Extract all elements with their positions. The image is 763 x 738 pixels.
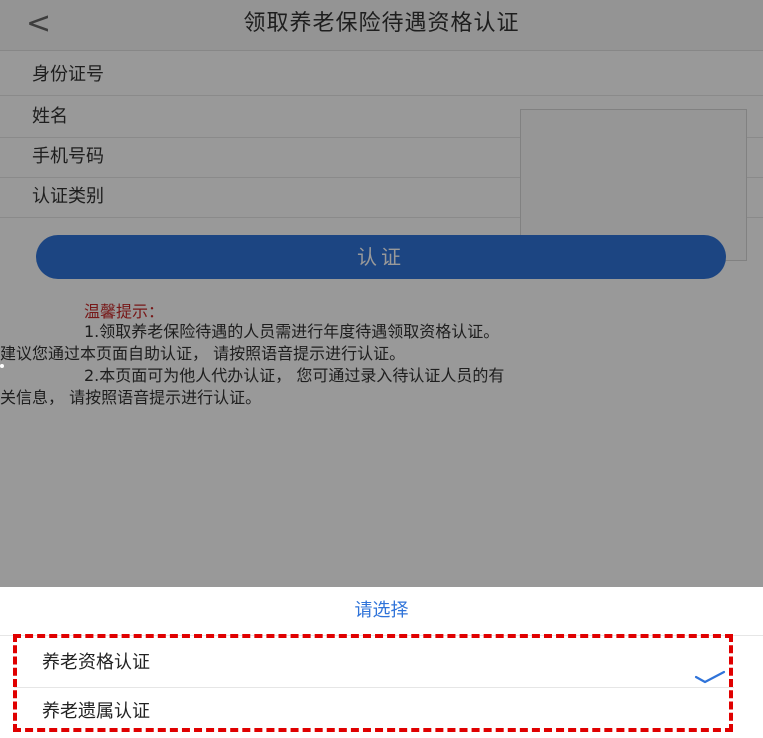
modal-overlay[interactable] [0, 0, 763, 587]
edge-dot [0, 364, 4, 368]
highlight-annotation [13, 634, 733, 732]
picker-title: 请选择 [0, 587, 763, 636]
